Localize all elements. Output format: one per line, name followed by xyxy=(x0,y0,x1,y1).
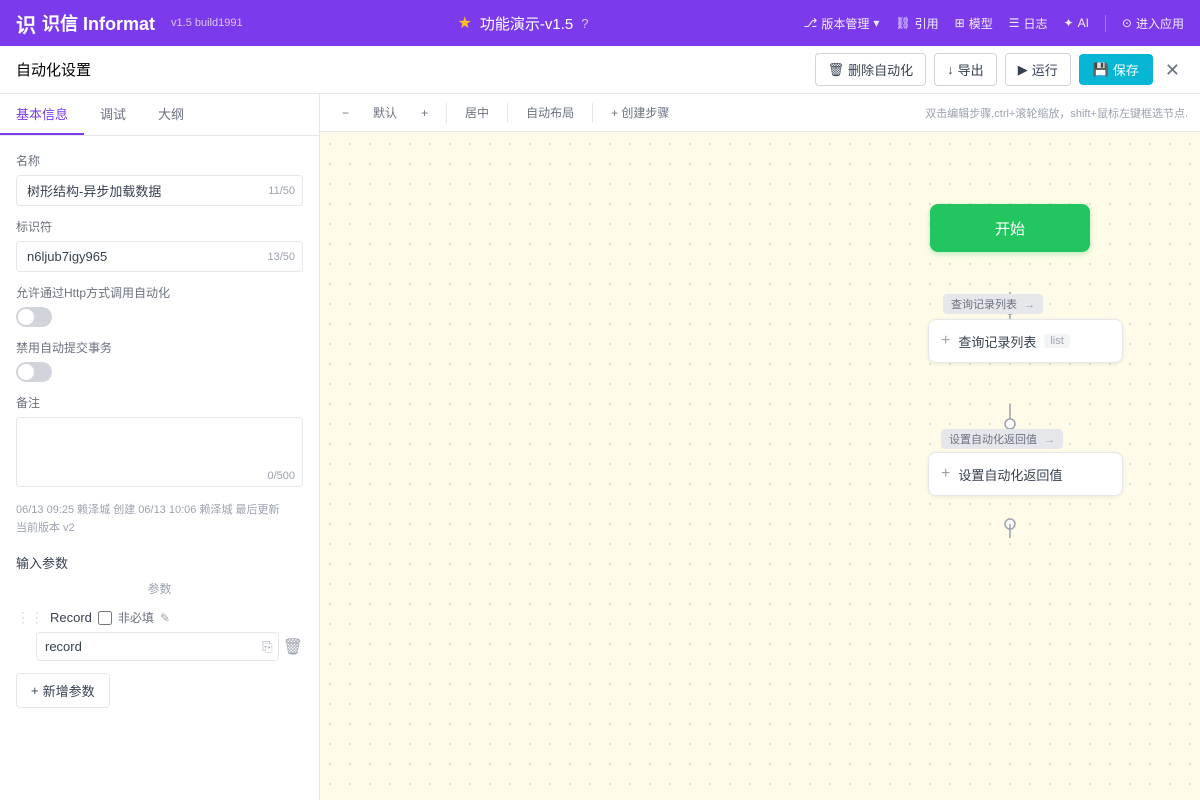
nav-version-btn[interactable]: ⎇ 版本管理 ▾ xyxy=(804,15,880,32)
run-icon: ▶ xyxy=(1018,62,1028,78)
param-input-wrapper: ⎘ xyxy=(36,632,279,661)
name-input[interactable] xyxy=(16,175,303,206)
param-row: ⋮⋮ Record 非必填 ✎ xyxy=(16,609,303,626)
node-set-return[interactable]: + 设置自动化返回值 xyxy=(928,452,1123,496)
sub-header: 自动化设置 🗑 删除自动化 ↓ 导出 ▶ 运行 💾 保存 ✕ xyxy=(0,46,1200,94)
nav-log-btn[interactable]: ☰ 日志 xyxy=(1009,15,1048,32)
create-step-btn[interactable]: + 创建步骤 xyxy=(601,100,679,125)
center-btn[interactable]: 居中 xyxy=(455,100,499,125)
app-logo: 识 识信 Informat xyxy=(16,9,155,38)
branch-icon: ⎇ xyxy=(804,16,818,30)
enter-icon: ⊙ xyxy=(1122,16,1132,30)
main-layout: 基本信息 调试 大纲 名称 11/50 标识符 13/50 允许通过H xyxy=(0,94,1200,800)
param-optional-label: 非必填 xyxy=(118,609,154,626)
node-start[interactable]: 开始 xyxy=(930,204,1090,252)
param-name-label: Record xyxy=(50,610,92,625)
grid-icon: ⊞ xyxy=(955,16,965,30)
name-char-count: 11/50 xyxy=(268,185,295,197)
param-input[interactable] xyxy=(36,632,279,661)
arrow-right-icon-2: → xyxy=(1044,434,1055,446)
save-button[interactable]: 💾 保存 xyxy=(1079,54,1153,85)
set-return-small-label: 设置自动化返回值 → xyxy=(941,429,1063,449)
note-char-count: 0/500 xyxy=(267,470,295,482)
note-textarea[interactable] xyxy=(16,417,303,487)
http-label: 允许通过Http方式调用自动化 xyxy=(16,284,303,301)
param-optional-checkbox[interactable] xyxy=(98,611,112,625)
http-toggle[interactable] xyxy=(16,307,52,327)
star-icon: ★ xyxy=(458,13,472,33)
params-col-label: 参数 xyxy=(147,580,171,597)
version-badge: v1.5 build1991 xyxy=(171,17,243,29)
param-delete-icon[interactable]: 🗑 xyxy=(283,637,303,657)
ai-icon: ✦ xyxy=(1064,16,1074,30)
export-button[interactable]: ↓ 导出 xyxy=(934,53,997,86)
id-char-count: 13/50 xyxy=(267,251,295,263)
nav-center-title: 功能演示-v1.5 xyxy=(480,13,573,34)
auto-layout-btn[interactable]: 自动布局 xyxy=(516,100,584,125)
note-label: 备注 xyxy=(16,394,303,411)
node-return-plus-icon[interactable]: + xyxy=(941,465,950,483)
canvas-area: − 默认 + 居中 自动布局 + 创建步骤 双击编辑步骤,ctrl+滚轮缩放，s… xyxy=(320,94,1200,800)
id-field-wrapper: 13/50 xyxy=(16,241,303,272)
nav-enter-app-btn[interactable]: ⊙ 进入应用 xyxy=(1105,15,1184,32)
left-panel: 基本信息 调试 大纲 名称 11/50 标识符 13/50 允许通过H xyxy=(0,94,320,800)
logo-icon: 识 xyxy=(16,9,36,38)
param-input-row: ⎘ 🗑 xyxy=(36,632,303,661)
nav-center: ★ 功能演示-v1.5 ? xyxy=(259,13,788,34)
close-button[interactable]: ✕ xyxy=(1161,57,1184,83)
help-icon[interactable]: ? xyxy=(581,16,588,31)
tab-debug[interactable]: 调试 xyxy=(84,94,142,135)
default-view-btn[interactable]: 默认 xyxy=(363,100,407,125)
plus-icon: + xyxy=(31,683,39,698)
param-edit-icon[interactable]: ✎ xyxy=(160,611,170,625)
params-section-title: 输入参数 xyxy=(16,553,303,572)
sub-actions: 🗑 删除自动化 ↓ 导出 ▶ 运行 💾 保存 ✕ xyxy=(815,53,1184,86)
http-toggle-row xyxy=(16,307,303,327)
tabs: 基本信息 调试 大纲 xyxy=(0,94,319,136)
trash-icon: 🗑 xyxy=(828,62,845,78)
nav-right: ⎇ 版本管理 ▾ ⛓ 引用 ⊞ 模型 ☰ 日志 ✦ AI ⊙ 进入应用 xyxy=(804,15,1184,32)
nav-ref-btn[interactable]: ⛓ 引用 xyxy=(895,15,938,32)
nav-ai-btn[interactable]: ✦ AI xyxy=(1064,16,1089,30)
note-wrapper: 0/500 xyxy=(16,417,303,490)
save-icon: 💾 xyxy=(1093,62,1109,78)
toolbar-separator-3 xyxy=(592,103,593,123)
log-icon: ☰ xyxy=(1009,16,1020,30)
zoom-out-btn[interactable]: − xyxy=(332,102,359,124)
canvas-toolbar: − 默认 + 居中 自动布局 + 创建步骤 双击编辑步骤,ctrl+滚轮缩放，s… xyxy=(320,94,1200,132)
chevron-down-icon: ▾ xyxy=(873,16,879,30)
toolbar-separator-2 xyxy=(507,103,508,123)
toolbar-separator-1 xyxy=(446,103,447,123)
disable-toggle[interactable] xyxy=(16,362,52,382)
disable-toggle-row xyxy=(16,362,303,382)
export-icon: ↓ xyxy=(947,62,954,77)
top-nav: 识 识信 Informat v1.5 build1991 ★ 功能演示-v1.5… xyxy=(0,0,1200,46)
name-field-wrapper: 11/50 xyxy=(16,175,303,206)
panel-content: 名称 11/50 标识符 13/50 允许通过Http方式调用自动化 禁用自动提… xyxy=(0,136,319,800)
meta-info: 06/13 09:25 赖泽城 创建 06/13 10:06 赖泽城 最后更新 … xyxy=(16,502,303,537)
node-query-list[interactable]: + 查询记录列表 list xyxy=(928,319,1123,363)
arrow-right-icon: → xyxy=(1024,299,1035,311)
id-label: 标识符 xyxy=(16,218,303,235)
disable-label: 禁用自动提交事务 xyxy=(16,339,303,356)
name-label: 名称 xyxy=(16,152,303,169)
query-list-small-label: 查询记录列表 → xyxy=(943,294,1043,314)
run-button[interactable]: ▶ 运行 xyxy=(1005,53,1071,86)
tab-outline[interactable]: 大纲 xyxy=(142,94,200,135)
delete-auto-button[interactable]: 🗑 删除自动化 xyxy=(815,53,927,86)
logo-text: 识信 Informat xyxy=(42,10,155,36)
nav-model-btn[interactable]: ⊞ 模型 xyxy=(955,15,993,32)
id-input[interactable] xyxy=(16,241,303,272)
node-query-plus-icon[interactable]: + xyxy=(941,332,950,350)
add-param-button[interactable]: + 新增参数 xyxy=(16,673,110,708)
drag-handle-icon[interactable]: ⋮⋮ xyxy=(16,609,44,626)
tab-basic-info[interactable]: 基本信息 xyxy=(0,94,84,135)
copy-icon[interactable]: ⎘ xyxy=(262,639,272,655)
link-icon: ⛓ xyxy=(895,16,910,30)
flow-container: 开始 查询记录列表 → + 查询记录列表 list 设置自动化返回值 → + 设 xyxy=(320,134,1200,800)
canvas-hint: 双击编辑步骤,ctrl+滚轮缩放，shift+鼠标左键框选节点. xyxy=(925,105,1188,121)
params-header: 参数 xyxy=(16,572,303,605)
page-title: 自动化设置 xyxy=(16,59,815,80)
zoom-in-btn[interactable]: + xyxy=(411,102,438,124)
